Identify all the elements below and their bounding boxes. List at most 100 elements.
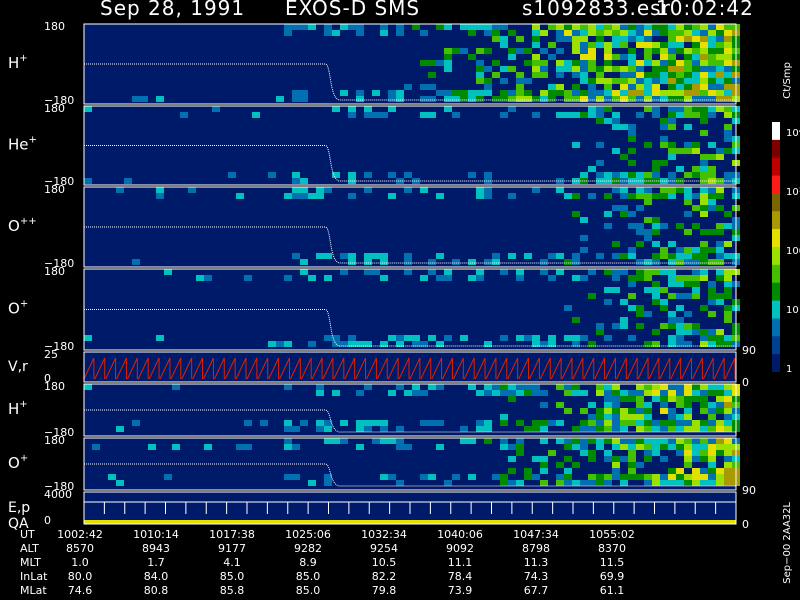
heatmap-cell xyxy=(604,24,612,30)
heatmap-cell xyxy=(348,193,356,199)
footer-row-mlat: MLat 74.6 80.8 85.8 85.0 79.8 73.9 67.7 61.1 xyxy=(0,584,770,598)
y-tick-top: 180 xyxy=(44,102,65,115)
heatmap-cell xyxy=(420,112,428,118)
heatmap-cell xyxy=(604,390,612,396)
heatmap-cell xyxy=(620,90,628,96)
heatmap-cell xyxy=(524,468,532,474)
qa-bar xyxy=(84,520,736,524)
heatmap-cell xyxy=(692,396,700,402)
heatmap-cell xyxy=(564,305,572,311)
heatmap-cell xyxy=(604,396,612,402)
heatmap-cell xyxy=(676,66,684,72)
heatmap-cell xyxy=(468,384,476,390)
heatmap-cell xyxy=(636,384,644,390)
heatmap-cell xyxy=(604,299,612,305)
heatmap-cell xyxy=(676,402,684,408)
heatmap-cell xyxy=(692,293,700,299)
heatmap-cell xyxy=(716,299,724,305)
colorbar-label: 1 xyxy=(786,364,792,372)
heatmap-cell xyxy=(596,408,604,414)
heatmap-cell xyxy=(356,96,364,102)
heatmap-cell xyxy=(308,24,316,30)
heatmap-cell xyxy=(628,30,636,36)
heatmap-cell xyxy=(300,90,308,96)
heatmap-cell xyxy=(684,199,692,205)
heatmap-cell xyxy=(612,396,620,402)
heatmap-cell xyxy=(684,148,692,154)
heatmap-cell xyxy=(572,24,580,30)
heatmap-cell xyxy=(676,90,684,96)
heatmap-cell xyxy=(580,247,588,253)
heatmap-cell xyxy=(652,172,660,178)
heatmap-cell xyxy=(532,456,540,462)
heatmap-cell xyxy=(572,253,580,259)
heatmap-cell xyxy=(556,48,564,54)
heatmap-cell xyxy=(700,269,708,275)
heatmap-cell xyxy=(580,48,588,54)
heatmap-cell xyxy=(676,112,684,118)
heatmap-cell xyxy=(572,142,580,148)
heatmap-cell xyxy=(636,241,644,247)
heatmap-cell xyxy=(660,223,668,229)
heatmap-cell xyxy=(724,96,732,102)
heatmap-cell xyxy=(652,384,660,390)
heatmap-cell xyxy=(692,142,700,148)
spectrogram-plot: 180−180H+180−180He+180−180O++180−180O+90… xyxy=(8,20,756,532)
heatmap-cell xyxy=(652,84,660,90)
heatmap-cell xyxy=(140,96,148,102)
heatmap-cell xyxy=(708,456,716,462)
heatmap-cell xyxy=(660,384,668,390)
footer-value: 9282 xyxy=(294,542,322,555)
panel-5: 250V,r0 xyxy=(8,348,749,389)
heatmap-cell xyxy=(724,438,732,444)
heatmap-cell xyxy=(556,112,564,118)
heatmap-cell xyxy=(708,106,716,112)
footer-value: 80.0 xyxy=(67,570,93,583)
heatmap-cell xyxy=(652,60,660,66)
species-charge: ++ xyxy=(20,216,37,227)
y-tick-top: 180 xyxy=(44,434,65,447)
heatmap-cell xyxy=(388,335,396,341)
heatmap-cell xyxy=(628,24,636,30)
heatmap-cell xyxy=(620,323,628,329)
heatmap-cell xyxy=(364,187,372,193)
panel-label: V,r xyxy=(8,359,28,375)
panel-6: 180−180H+ xyxy=(8,380,740,439)
heatmap-cell xyxy=(468,275,476,281)
heatmap-cell xyxy=(636,269,644,275)
heatmap-cell xyxy=(708,444,716,450)
heatmap-cell xyxy=(396,480,404,486)
heatmap-cell xyxy=(564,36,572,42)
heatmap-cell xyxy=(404,172,412,178)
heatmap-cell xyxy=(604,90,612,96)
heatmap-cell xyxy=(700,78,708,84)
heatmap-cell xyxy=(604,408,612,414)
heatmap-cell xyxy=(476,187,484,193)
heatmap-cell xyxy=(484,384,492,390)
heatmap-cell xyxy=(668,396,676,402)
heatmap-cell xyxy=(716,154,724,160)
heatmap-cell xyxy=(676,275,684,281)
heatmap-cell xyxy=(372,90,380,96)
heatmap-cell xyxy=(620,408,628,414)
heatmap-cell xyxy=(628,305,636,311)
heatmap-cell xyxy=(572,60,580,66)
heatmap-cell xyxy=(612,54,620,60)
heatmap-cell xyxy=(500,414,508,420)
heatmap-cell xyxy=(684,66,692,72)
heatmap-cell xyxy=(612,420,620,426)
heatmap-cell xyxy=(468,172,476,178)
heatmap-cell xyxy=(724,444,732,450)
heatmap-cell xyxy=(564,193,572,199)
heatmap-cell xyxy=(476,78,484,84)
heatmap-cell xyxy=(668,275,676,281)
heatmap-cell xyxy=(588,269,596,275)
heatmap-cell xyxy=(612,148,620,154)
heatmap-cell xyxy=(684,323,692,329)
heatmap-cell xyxy=(628,408,636,414)
heatmap-cell xyxy=(588,48,596,54)
heatmap-cell xyxy=(308,275,316,281)
heatmap-cell xyxy=(164,474,172,480)
heatmap-cell xyxy=(452,48,460,54)
heatmap-cell xyxy=(444,60,452,66)
